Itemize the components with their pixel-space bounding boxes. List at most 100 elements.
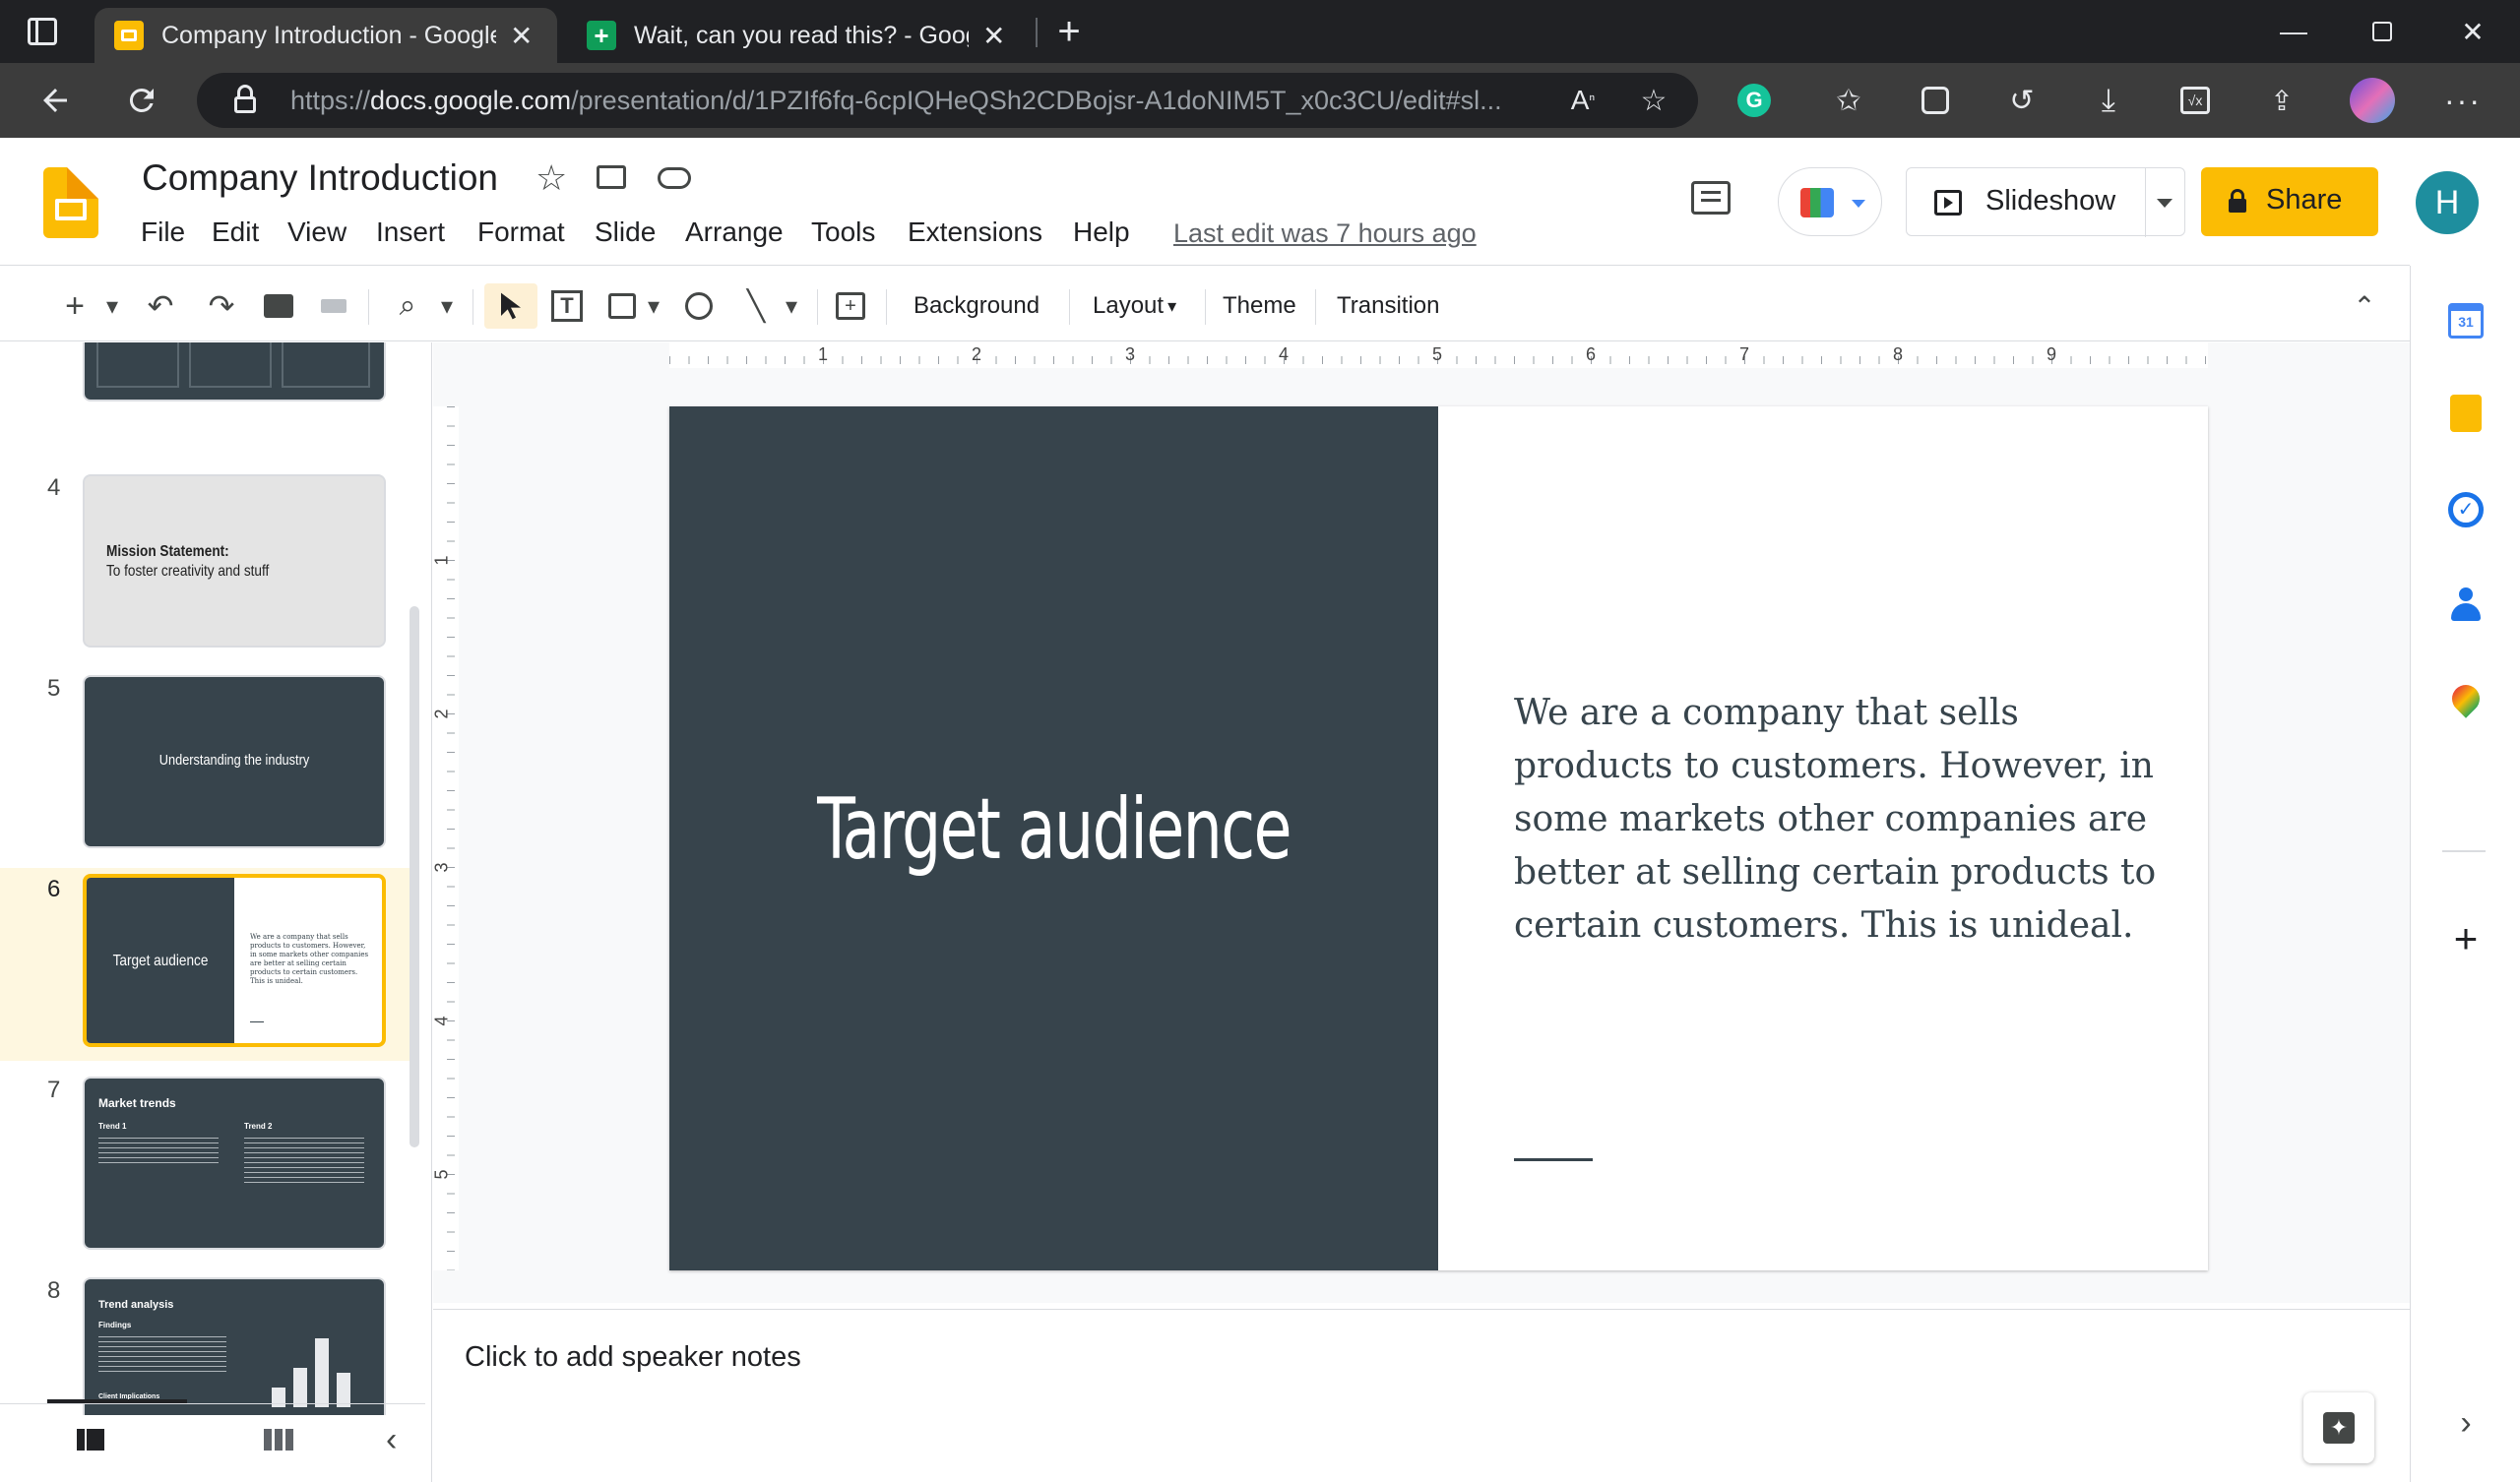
tab-slides[interactable]: Company Introduction - Google Slides ✕ (94, 8, 557, 63)
image-dropdown-icon[interactable]: ▾ (642, 283, 665, 329)
keep-icon[interactable] (2446, 394, 2486, 433)
cloud-saved-icon[interactable] (658, 167, 691, 189)
slides-logo-icon[interactable] (43, 167, 98, 238)
menu-insert[interactable]: Insert (376, 216, 445, 248)
restore-icon[interactable] (2353, 8, 2412, 55)
menu-tools[interactable]: Tools (811, 216, 875, 248)
minimize-icon[interactable]: — (2264, 8, 2323, 55)
collections-icon[interactable] (1912, 77, 1959, 124)
profile-avatar[interactable] (2349, 77, 2396, 124)
share-browser-icon[interactable]: ⇪ (2258, 77, 2305, 124)
line-dropdown-icon[interactable]: ▾ (780, 283, 803, 329)
redo-icon[interactable]: ↷ (201, 283, 242, 329)
new-slide-dropdown-icon[interactable]: ▾ (100, 283, 124, 329)
collapse-menus-icon[interactable]: ⌃ (2345, 283, 2384, 329)
zoom-dropdown-icon[interactable]: ▾ (435, 283, 459, 329)
history-icon[interactable]: ↺ (1998, 77, 2046, 124)
theme-button[interactable]: Theme (1223, 283, 1296, 329)
layout-button[interactable]: Layout ▾ (1093, 283, 1176, 329)
slideshow-dropdown-icon[interactable] (2157, 199, 2173, 208)
thumb-title: Understanding the industry (158, 752, 310, 769)
math-solver-icon[interactable]: √x (2172, 77, 2219, 124)
calendar-icon[interactable]: 31 (2446, 301, 2486, 340)
zoom-icon[interactable]: ⌕ (386, 283, 429, 329)
select-tool-icon[interactable] (484, 283, 537, 329)
thumb-title: Trend analysis (98, 1299, 174, 1311)
downloads-icon[interactable]: ⤓ (2085, 77, 2132, 124)
favorites-icon[interactable]: ✩ (1825, 77, 1872, 124)
account-avatar[interactable]: H (2416, 171, 2479, 234)
filmstrip-view-icon[interactable] (77, 1429, 104, 1451)
slide-body-text[interactable]: We are a company that sells products to … (1514, 687, 2164, 953)
menu-arrange[interactable]: Arrange (685, 216, 784, 248)
slide-thumbnail-8[interactable]: Trend analysis Findings Client Implicati… (83, 1277, 386, 1415)
close-tab-icon[interactable]: ✕ (982, 20, 1005, 52)
new-tab-icon[interactable]: + (1049, 10, 1089, 53)
hide-filmstrip-icon[interactable]: ‹ (386, 1421, 397, 1459)
ruler-label: 6 (1586, 344, 1597, 364)
tab-actions-icon[interactable] (28, 18, 57, 45)
background-button[interactable]: Background (914, 283, 1040, 329)
read-aloud-icon[interactable]: Aⁿ (1559, 77, 1606, 124)
comments-icon[interactable] (1691, 181, 1731, 215)
line-icon[interactable]: ╲ (734, 283, 778, 329)
add-comment-icon[interactable]: + (829, 283, 872, 329)
more-options-icon[interactable]: ··· (2439, 77, 2487, 124)
text-box-icon[interactable]: T (545, 283, 589, 329)
slide-thumbnail-5[interactable]: Understanding the industry (83, 675, 386, 848)
move-folder-icon[interactable] (597, 165, 626, 189)
slide-filmstrip: 4 Mission Statement: To foster creativit… (0, 342, 425, 1482)
share-label: Share (2266, 184, 2343, 216)
current-slide[interactable]: Target audience We are a company that se… (669, 406, 2208, 1270)
menu-extensions[interactable]: Extensions (908, 216, 1042, 248)
star-icon[interactable]: ☆ (536, 157, 567, 199)
slides-favicon-icon (114, 21, 144, 50)
share-button[interactable]: Share (2201, 167, 2378, 236)
shape-icon[interactable] (677, 283, 721, 329)
slide-number: 7 (47, 1077, 61, 1103)
document-title[interactable]: Company Introduction (142, 157, 498, 199)
explore-button[interactable]: ✦ (2303, 1392, 2374, 1463)
meet-button[interactable] (1778, 167, 1882, 236)
tasks-icon[interactable]: ✓ (2446, 490, 2486, 529)
insert-image-icon[interactable] (602, 283, 642, 329)
slide-thumbnail-4[interactable]: Mission Statement: To foster creativity … (83, 474, 386, 648)
menu-help[interactable]: Help (1073, 216, 1130, 248)
lock-icon[interactable] (234, 85, 256, 114)
grid-view-icon[interactable] (264, 1429, 293, 1451)
tab-sheets[interactable]: + Wait, can you read this? - Google Shee… (567, 8, 1030, 63)
menu-file[interactable]: File (141, 216, 185, 248)
slide-title[interactable]: Target audience (738, 780, 1368, 879)
paint-format-icon[interactable] (313, 283, 354, 329)
reload-icon[interactable] (116, 75, 167, 126)
slide-number: 5 (47, 675, 61, 702)
slideshow-button[interactable]: Slideshow (1906, 167, 2185, 237)
back-icon[interactable] (30, 75, 81, 126)
transition-button[interactable]: Transition (1337, 283, 1439, 329)
last-edit-link[interactable]: Last edit was 7 hours ago (1173, 218, 1477, 249)
menu-edit[interactable]: Edit (212, 216, 259, 248)
close-tab-icon[interactable]: ✕ (510, 20, 533, 52)
filmstrip-scrollbar[interactable] (410, 606, 419, 1147)
maps-icon[interactable] (2446, 679, 2486, 718)
undo-icon[interactable]: ↶ (140, 283, 181, 329)
get-addons-icon[interactable]: + (2446, 915, 2486, 961)
menu-slide[interactable]: Slide (595, 216, 656, 248)
active-view-underline (47, 1399, 187, 1403)
slide-thumbnail-7[interactable]: Market trends Trend 1 Trend 2 (83, 1077, 386, 1250)
extension-grammarly-icon[interactable]: G (1731, 77, 1778, 124)
address-bar[interactable]: https://docs.google.com/presentation/d/1… (197, 73, 1698, 128)
close-window-icon[interactable]: ✕ (2443, 8, 2502, 55)
slide-accent-line (1514, 1158, 1593, 1161)
slide-thumbnail-3[interactable] (83, 342, 386, 401)
menu-view[interactable]: View (287, 216, 346, 248)
show-side-panel-icon[interactable]: › (2446, 1403, 2486, 1443)
slideshow-label: Slideshow (1985, 185, 2116, 216)
add-favorite-icon[interactable]: ☆ (1630, 77, 1677, 124)
speaker-notes-placeholder[interactable]: Click to add speaker notes (465, 1341, 801, 1374)
menu-format[interactable]: Format (477, 216, 565, 248)
new-slide-icon[interactable]: + (55, 283, 94, 329)
contacts-icon[interactable] (2446, 585, 2486, 624)
slide-thumbnail-6[interactable]: Target audience We are a company that se… (83, 874, 386, 1047)
print-icon[interactable] (258, 283, 299, 329)
